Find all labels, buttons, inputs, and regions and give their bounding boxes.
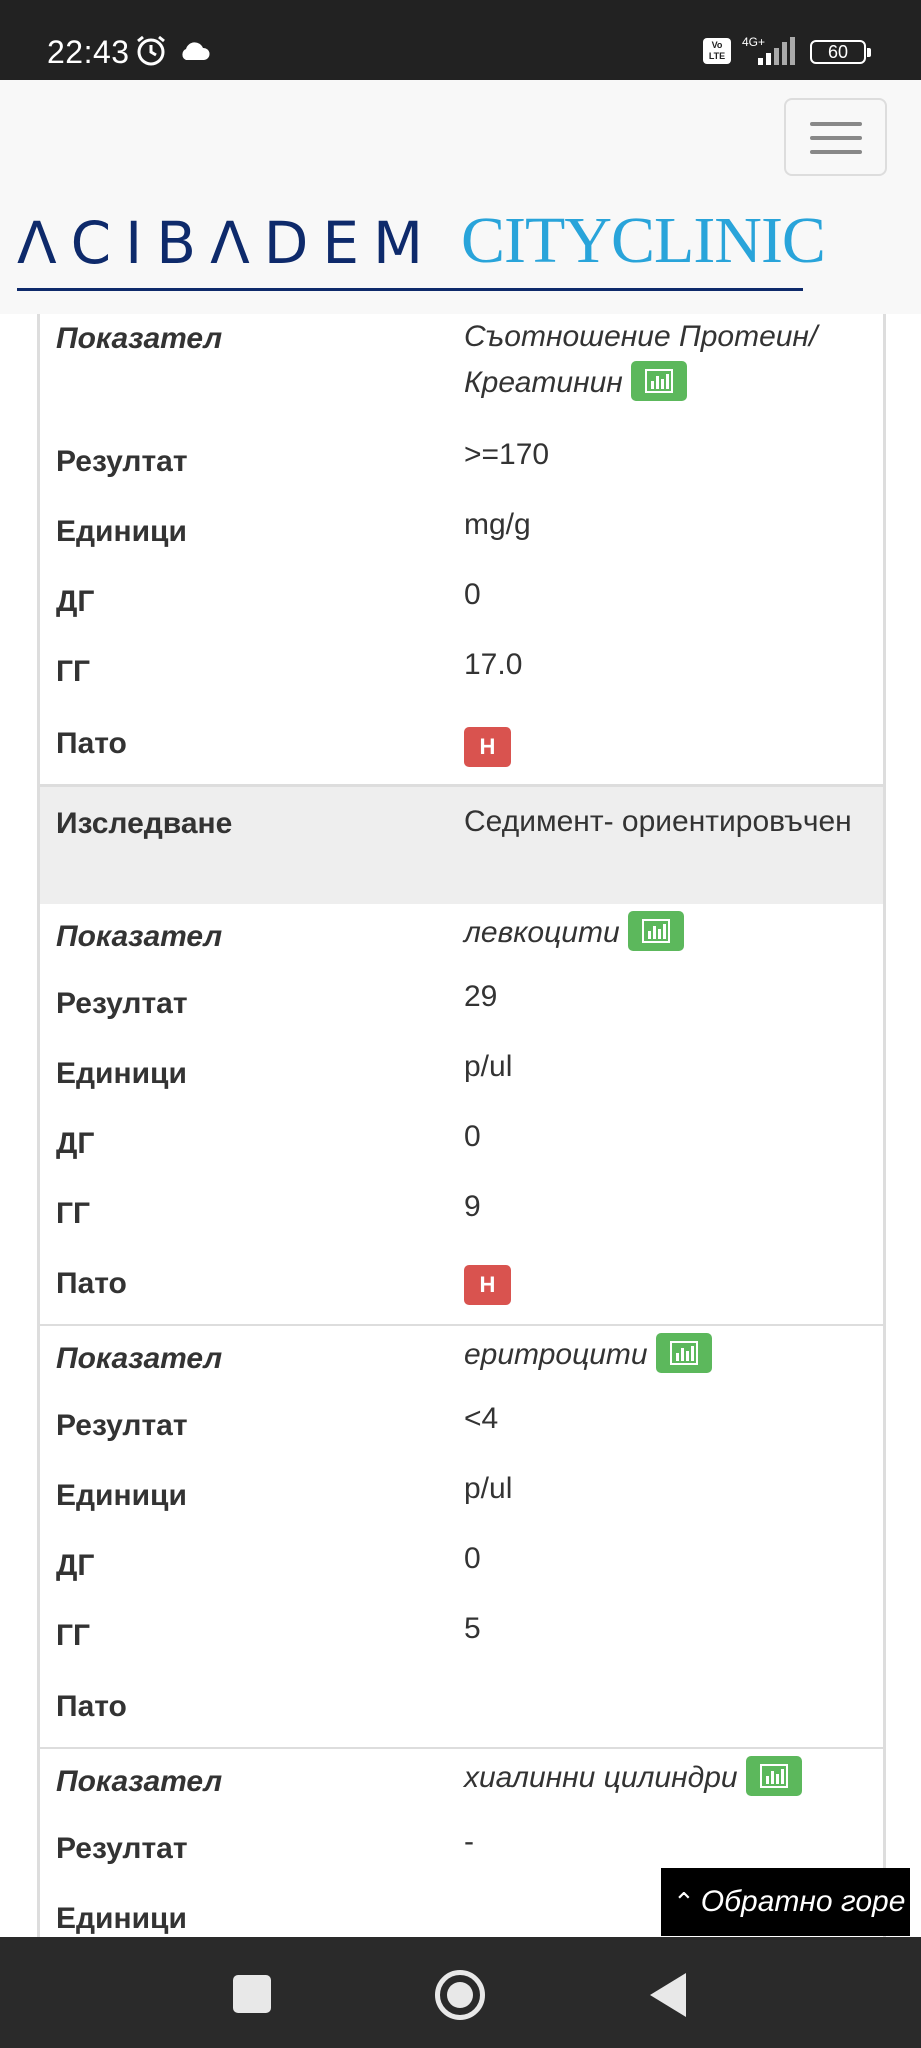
result-label: Резултат [56,1832,188,1865]
site-logo[interactable]: ΛCIBΛDEM CITYCLINIC [17,208,826,277]
upper-limit-value: 17.0 [464,648,523,681]
hamburger-bar [810,136,862,140]
indicator-value: левкоцити [464,910,864,956]
lower-limit-label: ДГ [56,585,95,618]
lower-limit-label: ДГ [56,1127,95,1160]
alarm-icon [137,35,165,66]
upper-limit-label: ГГ [56,655,91,688]
indicator-name: еритроцити [464,1338,648,1371]
indicator-row: Показател левкоцити [40,904,883,974]
patho-label: Пато [56,1690,127,1723]
study-label: Изследване [56,807,233,840]
units-value: p/ul [464,1050,513,1083]
upper-limit-label: ГГ [56,1619,91,1652]
result-label: Резултат [56,987,188,1020]
logo-cityclinic-text: CITYCLINIC [461,204,826,277]
lower-limit-value: 0 [464,578,481,611]
bar-chart-icon [644,369,673,394]
upper-limit-value: 5 [464,1612,481,1645]
indicator-label: Показател [56,1342,223,1375]
result-row: Резултат 29 [40,974,883,1044]
status-bar: 22:43 Vo LTE 4G+ 60 [0,0,921,80]
upper-limit-row: ГГ 5 [40,1606,883,1676]
menu-toggle-button[interactable] [784,98,887,176]
site-header: ΛCIBΛDEM CITYCLINIC [0,80,921,314]
study-value: Седимент- ориентировъчен [464,805,852,838]
indicator-row: Показател Съотношение Протеин/ Креатинин [40,314,883,432]
result-value: 29 [464,980,498,1013]
result-value: <4 [464,1402,499,1435]
patho-value: H [464,722,864,768]
result-row: Резултат <4 [40,1396,883,1466]
bar-chart-icon [641,919,670,944]
upper-limit-value: 9 [464,1190,481,1223]
lower-limit-label: ДГ [56,1549,95,1582]
recent-apps-icon[interactable] [233,1975,271,2013]
upper-limit-row: ГГ 9 [40,1184,883,1254]
chart-button[interactable] [627,911,684,952]
home-icon[interactable] [435,1970,485,2020]
status-time: 22:43 [47,34,130,70]
indicator-value: Съотношение Протеин/ Креатинин [464,314,864,406]
units-row: Единици p/ul [40,1466,883,1536]
cloud-icon [182,42,210,60]
units-row: Единици p/ul [40,1044,883,1114]
result-row: Резултат >=170 [40,432,883,502]
high-flag-badge: H [464,727,511,767]
patho-row: Пато [40,1676,883,1747]
back-to-top-label: Обратно горе [700,1885,906,1918]
indicator-label: Показател [56,1765,223,1798]
indicator-value: хиалинни цилиндри [464,1755,884,1801]
chart-button[interactable] [655,1333,712,1374]
volte-icon: Vo LTE [703,38,731,64]
result-value: - [464,1825,474,1858]
units-row: Единици mg/g [40,502,883,572]
lower-limit-value: 0 [464,1120,481,1153]
indicator-name: хиалинни цилиндри [464,1761,738,1794]
indicator-label: Показател [56,920,223,953]
double-chevron-up-icon: ⌃ [673,1887,695,1917]
results-table: Показател Съотношение Протеин/ Креатинин… [37,314,886,1959]
patho-label: Пато [56,1267,127,1300]
lower-limit-row: ДГ 0 [40,572,883,642]
signal-icon [758,37,795,65]
result-label: Резултат [56,1409,188,1442]
hamburger-bar [810,122,862,126]
units-label: Единици [56,1057,187,1090]
back-icon[interactable] [650,1973,686,2017]
patho-label: Пато [56,727,127,760]
back-to-top-button[interactable]: ⌃ Обратно горе [661,1868,910,1936]
units-label: Единици [56,1479,187,1512]
logo-underline [17,288,803,291]
upper-limit-row: ГГ 17.0 [40,642,883,712]
chart-button[interactable] [745,1756,802,1797]
upper-limit-label: ГГ [56,1197,91,1230]
result-label: Резултат [56,445,188,478]
patho-value: H [464,1260,864,1306]
high-flag-badge: H [464,1265,511,1305]
logo-acibadem-text: ΛCIBΛDEM [17,209,438,277]
patho-row: Пато H [40,1254,883,1324]
units-label: Единици [56,515,187,548]
system-nav-bar [0,1937,921,2048]
lower-limit-row: ДГ 0 [40,1114,883,1184]
lower-limit-row: ДГ 0 [40,1536,883,1606]
units-value: p/ul [464,1472,513,1505]
bar-chart-icon [669,1341,698,1366]
units-label: Единици [56,1902,187,1935]
hamburger-bar [810,150,862,154]
indicator-value: еритроцити [464,1332,864,1378]
study-row: Изследване Седимент- ориентировъчен [40,787,883,904]
lower-limit-value: 0 [464,1542,481,1575]
indicator-row: Показател хиалинни цилиндри [40,1749,883,1819]
indicator-name: левкоцити [464,916,620,949]
chart-button[interactable] [630,361,687,402]
indicator-label: Показател [56,322,223,355]
battery-icon: 60 [810,40,871,64]
result-value: >=170 [464,438,550,471]
indicator-row: Показател еритроцити [40,1326,883,1396]
patho-row: Пато H [40,712,883,784]
bar-chart-icon [759,1764,788,1789]
units-value: mg/g [464,508,531,541]
